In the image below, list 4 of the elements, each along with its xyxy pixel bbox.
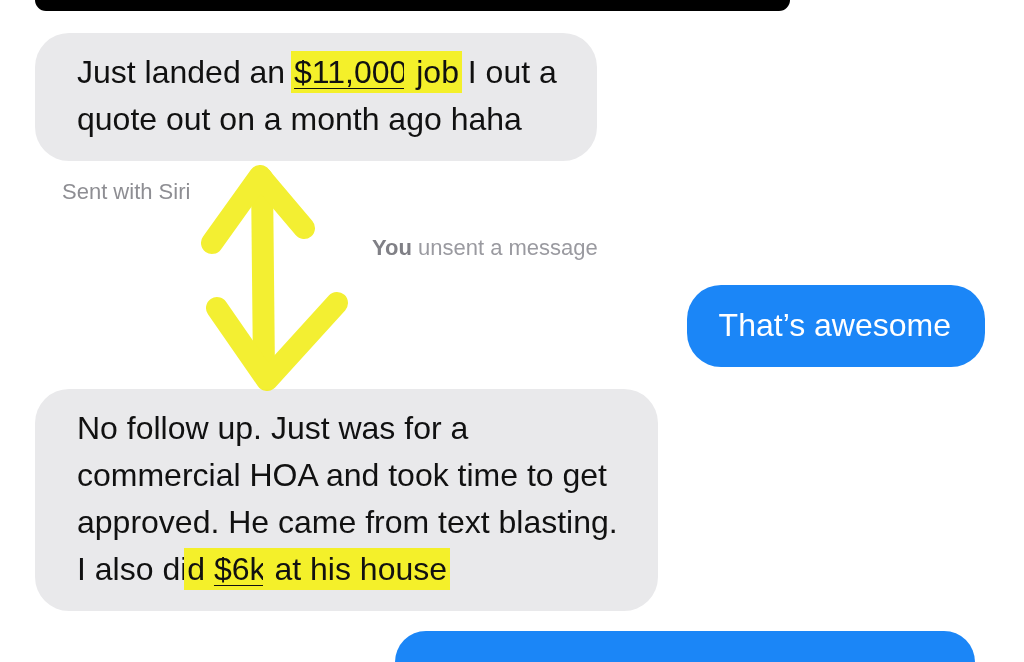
received-message: Just landed an $11,000 job I out a quote out on a month ago haha bbox=[35, 32, 597, 161]
siri-caption: Sent with Siri bbox=[62, 178, 192, 205]
sent-message: That’s awesome bbox=[686, 284, 985, 367]
status-text: You unsent a message bbox=[372, 234, 599, 261]
